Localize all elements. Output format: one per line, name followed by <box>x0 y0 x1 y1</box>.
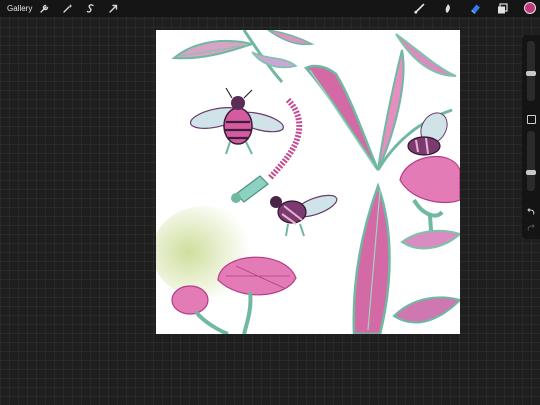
transform-icon[interactable] <box>107 2 120 15</box>
smudge-icon[interactable] <box>441 2 454 15</box>
wrench-icon[interactable] <box>38 2 51 15</box>
modify-button[interactable] <box>527 115 536 124</box>
leaf-illustration <box>171 39 256 60</box>
hose-illustration <box>267 97 303 180</box>
bee-illustration <box>407 112 448 156</box>
color-picker-button[interactable] <box>524 2 536 14</box>
redo-icon[interactable] <box>526 223 536 233</box>
spray-nozzle-illustration <box>231 175 269 203</box>
magic-wand-icon[interactable] <box>61 2 74 15</box>
undo-icon[interactable] <box>526 207 536 217</box>
top-toolbar: Gallery <box>0 0 540 17</box>
brush-size-slider[interactable] <box>526 41 536 101</box>
fern-leaf-illustration <box>352 182 460 334</box>
selection-icon[interactable] <box>84 2 97 15</box>
flower-illustration <box>217 256 297 334</box>
layers-icon[interactable] <box>496 2 509 15</box>
bee-illustration <box>270 194 338 237</box>
gallery-button[interactable]: Gallery <box>7 3 32 14</box>
opacity-thumb[interactable] <box>526 169 536 175</box>
botanical-artwork <box>156 30 460 334</box>
bee-illustration <box>189 87 284 155</box>
stem-illustration <box>242 30 315 83</box>
side-toolbar <box>522 35 540 239</box>
eraser-icon[interactable] <box>469 2 482 15</box>
drawing-canvas[interactable] <box>156 30 460 334</box>
brush-size-thumb[interactable] <box>526 71 536 77</box>
opacity-slider[interactable] <box>526 131 536 191</box>
brush-icon[interactable] <box>413 2 426 15</box>
